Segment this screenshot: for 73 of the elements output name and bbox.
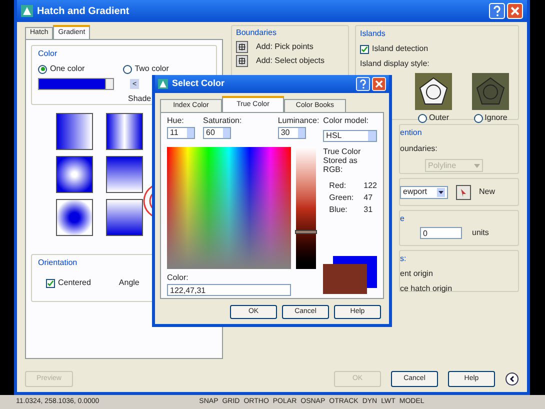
help-icon[interactable]	[489, 3, 505, 19]
app-icon	[158, 79, 168, 89]
slider-thumb[interactable]	[295, 230, 317, 234]
color-spectrum[interactable]	[167, 147, 291, 269]
close-icon[interactable]	[507, 3, 523, 19]
color-model-dropdown[interactable]: HSL	[323, 130, 377, 142]
field-label: Hue:	[167, 115, 185, 127]
checkbox-label: Island detection	[372, 43, 428, 55]
viewport-dropdown[interactable]: ewport	[400, 186, 448, 198]
caret-icon	[474, 164, 480, 168]
close-icon[interactable]	[372, 77, 386, 91]
pick-icon[interactable]	[236, 41, 248, 53]
radio-button[interactable]	[38, 64, 47, 74]
gradient-pattern[interactable]	[106, 113, 143, 150]
select-icon[interactable]	[456, 184, 471, 200]
field-label: Luminance:	[278, 115, 320, 127]
new-color-swatch	[323, 264, 368, 294]
checkbox-label: Centered	[58, 277, 91, 289]
radio-label: Ignore	[484, 112, 508, 124]
radio-button[interactable]	[122, 64, 132, 74]
group-title: ention	[400, 127, 423, 139]
app-icon	[21, 5, 33, 17]
expand-icon[interactable]	[505, 372, 519, 386]
help-icon[interactable]	[356, 77, 370, 91]
button-label: Add: Select objects	[256, 55, 324, 67]
color-input[interactable]: 122,47,31	[167, 284, 291, 296]
rgb-value: 31	[364, 204, 374, 216]
angle-label: Angle	[118, 277, 140, 289]
stored-label: True Color Stored as RGB:	[323, 147, 362, 174]
unit-label: units	[472, 227, 489, 239]
rgb-label: Green:	[329, 192, 354, 204]
rgb-label: Red:	[329, 180, 348, 192]
gradient-pattern[interactable]	[56, 199, 93, 236]
radio-label: Outer	[428, 112, 449, 124]
radio-button[interactable]	[474, 114, 483, 122]
pick-icon[interactable]	[236, 55, 248, 67]
field-label: Saturation:	[203, 115, 242, 127]
group-title: Orientation	[38, 257, 78, 269]
group-title: Color	[38, 48, 58, 60]
field-label: Color:	[167, 272, 190, 284]
color-swatch-field[interactable]	[38, 78, 114, 90]
gradient-pattern[interactable]	[56, 113, 93, 150]
group-title: Islands	[360, 28, 386, 40]
button-label: New	[479, 186, 496, 198]
rgb-value: 47	[364, 192, 374, 204]
checkbox[interactable]	[46, 278, 55, 288]
radio-label: Two color	[134, 63, 169, 75]
option-label: ent origin	[400, 269, 433, 278]
group-title: Boundaries	[236, 27, 278, 39]
dialog-title: Select Color	[172, 77, 226, 90]
gradient-pattern[interactable]	[106, 156, 143, 193]
window-title: Hatch and Gradient	[37, 4, 130, 18]
group-title: s:	[400, 253, 408, 265]
shade-label: Shade	[128, 93, 152, 105]
spin-field[interactable]: 11	[167, 127, 195, 139]
style-label: Island display style:	[360, 58, 430, 70]
gradient-pattern[interactable]	[106, 199, 143, 236]
luminance-slider[interactable]	[296, 147, 316, 269]
field-label: oundaries:	[400, 143, 438, 155]
rgb-value: 122	[364, 180, 377, 192]
spin-field[interactable]: 30	[278, 127, 306, 139]
group-title: e	[400, 213, 406, 225]
checkbox[interactable]	[360, 44, 369, 54]
option-label: ce hatch origin	[400, 284, 452, 293]
field-label: Color model:	[323, 115, 370, 127]
radio-label: One color	[50, 63, 85, 75]
spin-field[interactable]: 60	[203, 127, 231, 139]
gradient-pattern[interactable]	[56, 156, 93, 193]
radio-button[interactable]	[418, 114, 427, 122]
button-label: Add: Pick points	[256, 41, 314, 53]
caret-icon[interactable]	[437, 188, 445, 196]
rgb-label: Blue:	[329, 204, 348, 216]
gap-input[interactable]: 0	[420, 227, 462, 239]
